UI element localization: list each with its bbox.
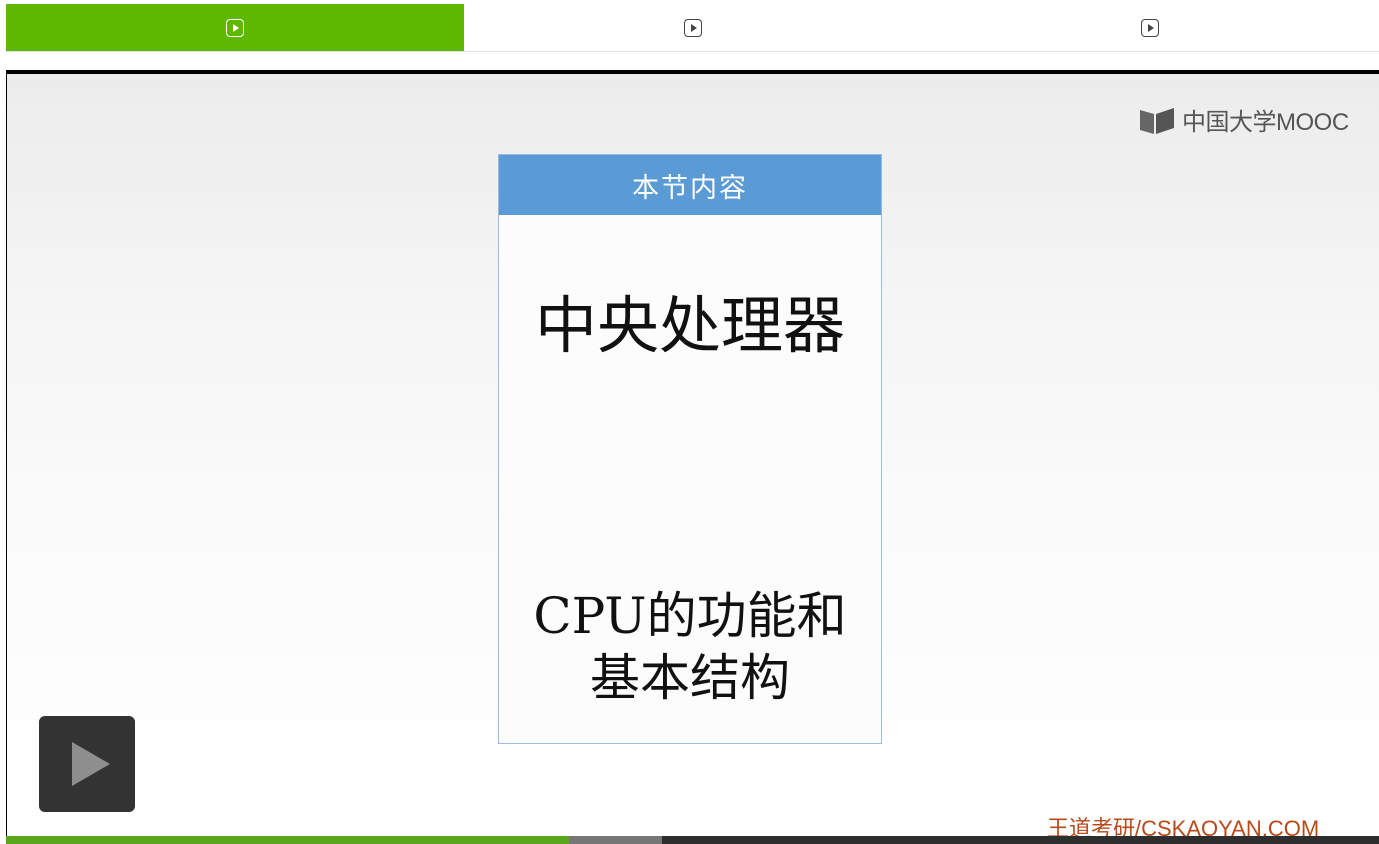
video-frame[interactable]: 中国大学MOOC 本节内容 中央处理器 CPU的功能和 基本结构 王道考研/CS…: [7, 74, 1379, 836]
play-square-icon: [683, 18, 702, 37]
big-play-button[interactable]: [39, 716, 135, 812]
video-tab-3[interactable]: [921, 4, 1379, 51]
watermark: 王道考研/CSKAOYAN.COM: [1047, 816, 1320, 836]
progress-bar[interactable]: [6, 836, 1379, 844]
video-tab-1[interactable]: [6, 4, 464, 51]
play-icon: [72, 742, 110, 786]
section-contents-card: 本节内容 中央处理器 CPU的功能和 基本结构: [498, 154, 882, 744]
mooc-logo-text: 中国大学MOOC: [1182, 109, 1349, 136]
card-header: 本节内容: [499, 155, 881, 215]
video-tab-bar: [6, 4, 1379, 52]
progress-played: [6, 836, 569, 844]
video-player[interactable]: 中国大学MOOC 本节内容 中央处理器 CPU的功能和 基本结构 王道考研/CS…: [6, 70, 1379, 844]
card-subtitle-line-2: 基本结构: [590, 649, 790, 707]
card-title: 中央处理器: [534, 289, 845, 362]
card-subtitle-line-1: CPU的功能和: [533, 587, 847, 645]
card-subtitle: CPU的功能和 基本结构: [499, 585, 881, 709]
mooc-book-icon: [1140, 107, 1174, 134]
play-square-icon: [225, 18, 244, 37]
mooc-logo: 中国大学MOOC: [1138, 102, 1349, 137]
play-square-icon: [1141, 18, 1160, 37]
video-tab-2[interactable]: [464, 4, 922, 51]
